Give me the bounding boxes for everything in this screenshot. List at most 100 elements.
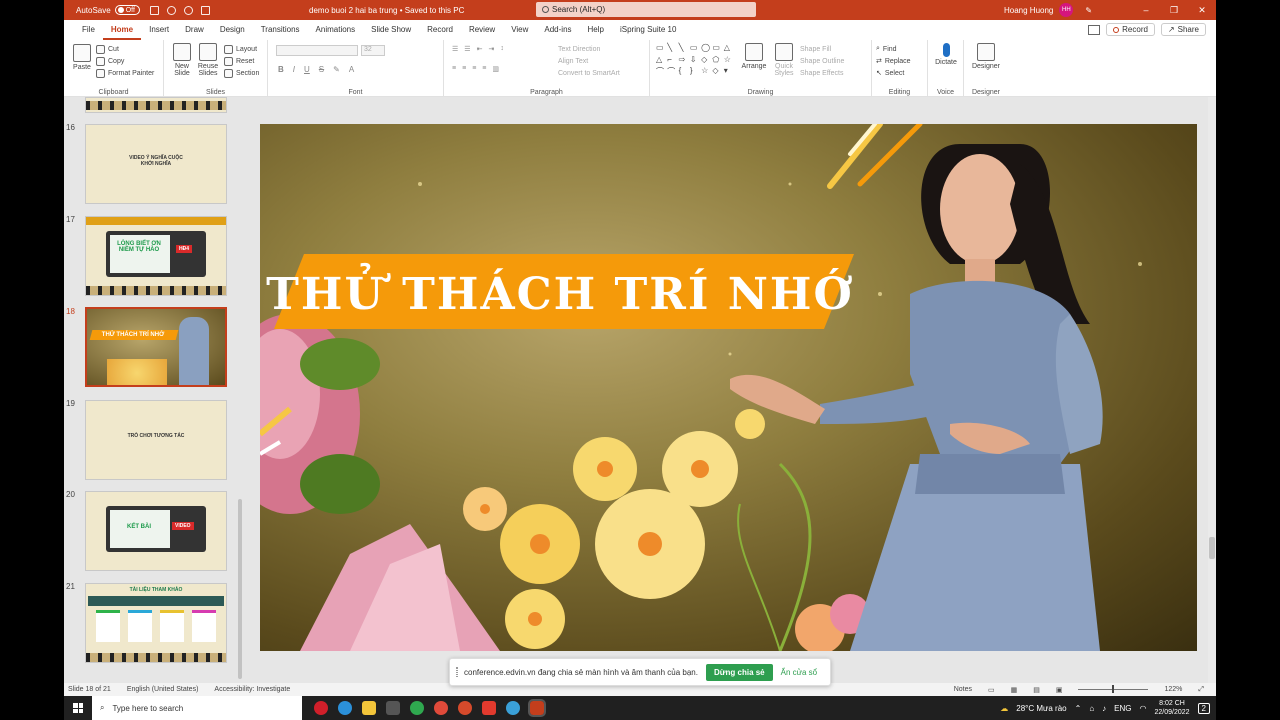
tab-design[interactable]: Design [212,20,253,40]
tab-animations[interactable]: Animations [308,20,364,40]
tab-view[interactable]: View [503,20,536,40]
close-icon[interactable]: ✕ [1188,5,1216,16]
browser-icon[interactable] [506,701,520,715]
align-right-icon[interactable]: ≡ [472,65,476,73]
app-red-icon[interactable] [458,701,472,715]
chevron-up-icon[interactable]: ⌃ [1075,704,1082,713]
autosave-control[interactable]: AutoSave Off [76,5,140,15]
normal-view-icon[interactable]: ▭ [988,686,995,694]
shape-fill-button[interactable]: Shape Fill [800,43,844,55]
present-icon[interactable] [200,5,210,15]
arrange-button[interactable]: Arrange [740,43,768,70]
line-spacing-icon[interactable]: ↕ [500,45,504,53]
tab-slide-show[interactable]: Slide Show [363,20,419,40]
notifications-icon[interactable]: 2 [1197,702,1210,714]
paste-button[interactable]: Paste [70,44,94,71]
numbering-icon[interactable]: ☰ [464,45,470,53]
slide-thumbnail-16[interactable]: VIDEO Ý NGHĨA CUỘC KHỞI NGHĨA [85,124,227,204]
dictate-button[interactable]: Dictate [932,43,960,66]
align-left-icon[interactable]: ≡ [452,65,456,73]
convert-smartart-button[interactable]: Convert to SmartArt [558,67,620,79]
section-button[interactable]: Section [224,67,259,79]
align-text-button[interactable]: Align Text [558,55,620,67]
taskbar-search[interactable]: ⌕ Type here to search [92,696,302,720]
undo-icon[interactable] [166,5,176,15]
slide-thumbnail-20[interactable]: KẾT BÀI VIDEO [85,491,227,571]
select-button[interactable]: ↖ Select [876,67,911,79]
notes-button[interactable]: Notes [954,686,972,693]
strike-button[interactable]: S [319,65,324,74]
highlight-icon[interactable]: ✎ [333,65,340,74]
document-title[interactable]: demo buoi 2 hai ba trung • Saved to this… [309,6,464,15]
tab-file[interactable]: File [74,20,103,40]
wifi-icon[interactable]: ◠ [1140,704,1147,713]
font-name-field[interactable] [276,45,358,56]
user-account[interactable]: Hoang Huong HH ✎ [1004,3,1092,17]
avatar[interactable]: HH [1059,3,1074,17]
slide-thumbnail-19[interactable]: TRÒ CHƠI TƯƠNG TÁC [85,400,227,480]
outdent-icon[interactable]: ⇥ [488,45,494,53]
reuse-slides-button[interactable]: Reuse Slides [196,43,220,77]
pen-icon[interactable]: ✎ [1085,6,1092,15]
chrome-icon[interactable] [410,701,424,715]
shape-outline-button[interactable]: Shape Outline [800,55,844,67]
thumbnails-scrollbar[interactable] [237,99,243,681]
weather-icon[interactable]: ☁ [1000,704,1008,713]
language-indicator[interactable]: English (United States) [127,686,199,693]
weather-text[interactable]: 28°C Mưa rào [1016,704,1066,713]
shapes-gallery[interactable]: ▭ ╲ ╲ ▭ ◯ ▭ △ △ ⌐ ⇨ ⇩ ◇ ⬠ ☆ ⌒ ⌒{} ☆ ◇ ▾ [656,43,734,79]
slide-thumbnail-18[interactable]: THỬ THÁCH TRÍ NHỚ [85,307,227,387]
find-button[interactable]: ⌕ Find [876,43,911,55]
slide-editor-scrollbar[interactable] [1208,97,1216,683]
replace-button[interactable]: ⇄ Replace [876,55,911,67]
network-icon[interactable]: ⌂ [1089,704,1094,713]
reading-view-icon[interactable]: ▤ [1033,686,1040,694]
text-direction-button[interactable]: Text Direction [558,43,620,55]
volume-icon[interactable]: ♪ [1102,704,1106,713]
drag-handle-icon[interactable] [456,667,458,677]
bullets-icon[interactable]: ☰ [452,45,458,53]
start-button[interactable] [64,703,92,713]
store-icon[interactable] [386,701,400,715]
slide-thumbnail-17[interactable]: LÒNG BIẾT ƠN NIỀM TỰ HÀO HĐ4 [85,216,227,296]
copy-button[interactable]: Copy [96,55,154,67]
tab-record[interactable]: Record [419,20,461,40]
tab-draw[interactable]: Draw [177,20,212,40]
quick-styles-button[interactable]: Quick Styles [770,43,798,77]
slide-title[interactable]: THỬ THÁCH TRÍ NHỚ [266,261,854,320]
tab-add-ins[interactable]: Add-ins [536,20,579,40]
tab-home[interactable]: Home [102,20,142,40]
stop-sharing-button[interactable]: Dừng chia sẻ [705,663,773,681]
powerpoint-icon[interactable] [528,699,546,717]
layout-button[interactable]: Layout [224,43,259,55]
zoom-slider[interactable] [1078,685,1149,693]
fit-slide-icon[interactable]: ⤢ [1198,686,1204,694]
underline-button[interactable]: U [304,65,310,74]
columns-icon[interactable]: ▥ [492,65,499,73]
hide-window-button[interactable]: Ẩn cửa sổ [781,668,817,677]
slide-thumbnail-21[interactable]: TÀI LIỆU THAM KHẢO [85,583,227,663]
tab-ispring[interactable]: iSpring Suite 10 [612,20,684,40]
comments-icon[interactable] [1088,25,1101,35]
font-color-icon[interactable]: A [349,65,354,74]
opera-icon[interactable] [314,701,328,715]
redo-icon[interactable] [183,5,193,15]
edge-icon[interactable] [338,701,352,715]
indent-icon[interactable]: ⇤ [477,45,483,53]
share-button[interactable]: ↗ Share [1160,23,1206,36]
slideshow-view-icon[interactable]: ▣ [1056,686,1063,694]
reset-button[interactable]: Reset [224,55,259,67]
chrome-profile-icon[interactable] [434,701,448,715]
slide-thumbnail-15[interactable] [85,97,227,113]
file-explorer-icon[interactable] [362,701,376,715]
language-indicator[interactable]: ENG [1114,704,1131,713]
current-slide-canvas[interactable]: THỬ THÁCH TRÍ NHỚ [260,124,1197,651]
minimize-icon[interactable]: – [1132,5,1160,16]
tab-insert[interactable]: Insert [141,20,177,40]
clock[interactable]: 8:02 CH 22/09/2022 [1155,699,1190,717]
bold-button[interactable]: B [278,65,284,74]
accessibility-status[interactable]: Accessibility: Investigate [214,686,290,693]
cut-button[interactable]: Cut [96,43,154,55]
maximize-icon[interactable]: ❐ [1160,5,1188,16]
save-icon[interactable] [149,5,159,15]
